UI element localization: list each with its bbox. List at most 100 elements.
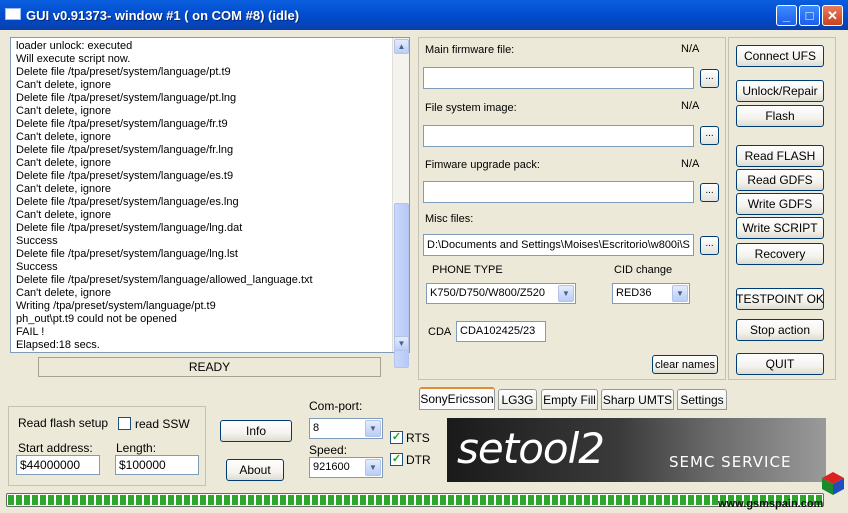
app-icon [5, 8, 21, 20]
write-gdfs-button[interactable]: Write GDFS [736, 193, 824, 215]
close-button[interactable]: ✕ [822, 5, 843, 26]
upgrade-pack-label: Fimware upgrade pack: [425, 159, 540, 171]
main-firmware-field[interactable] [423, 67, 694, 89]
cda-label: CDA [428, 326, 452, 338]
files-panel: Main firmware file: N/A ... File system … [418, 37, 726, 380]
misc-files-label: Misc files: [425, 213, 474, 225]
dtr-checkbox[interactable]: ✓ [390, 453, 403, 466]
recovery-button[interactable]: Recovery [736, 243, 824, 265]
main-firmware-status: N/A [681, 43, 700, 55]
chevron-down-icon[interactable]: ▼ [558, 285, 574, 302]
start-address-label: Start address: [18, 441, 93, 455]
comport-value: 8 [313, 422, 320, 434]
title-bar[interactable]: GUI v0.91373- window #1 ( on COM #8) (id… [0, 0, 848, 30]
log-line: Delete file /tpa/preset/system/language/… [16, 92, 237, 104]
main-firmware-browse-button[interactable]: ... [700, 69, 719, 88]
minimize-button[interactable]: _ [776, 5, 797, 26]
read-flash-setup-group: Read flash setup read SSW Start address:… [8, 406, 206, 486]
speed-select[interactable]: 921600 ▼ [309, 457, 383, 478]
phone-type-select[interactable]: K750/D750/W800/Z520 ▼ [426, 283, 576, 304]
clear-names-button[interactable]: clear names [652, 355, 718, 374]
log-line: ph_out\pt.t9 could not be opened [16, 313, 177, 325]
testpoint-ok-button[interactable]: TESTPOINT OK [736, 288, 824, 310]
log-line: Can't delete, ignore [16, 287, 112, 299]
log-line: FAIL ! [16, 326, 45, 338]
read-ssw-label: read SSW [135, 417, 190, 431]
length-input[interactable]: $100000 [115, 455, 199, 475]
tab-sharp-umts[interactable]: Sharp UMTS [601, 389, 674, 410]
stop-action-button[interactable]: Stop action [736, 319, 824, 341]
cid-change-select[interactable]: RED36 ▼ [612, 283, 690, 304]
log-scrollbar[interactable]: ▲ ▼ [392, 38, 409, 368]
log-lines: loader unlock: executed Will execute scri… [16, 40, 391, 352]
progress-fill [8, 495, 822, 505]
main-firmware-label: Main firmware file: [425, 44, 515, 56]
connect-ufs-button[interactable]: Connect UFS [736, 45, 824, 67]
window-title: GUI v0.91373- window #1 ( on COM #8) (id… [26, 8, 300, 23]
tab-sonyericsson[interactable]: SonyEricsson [419, 387, 495, 410]
read-flash-button[interactable]: Read FLASH [736, 145, 824, 167]
log-line: Delete file /tpa/preset/system/language/… [16, 248, 238, 260]
log-line: Can't delete, ignore [16, 131, 112, 143]
chevron-down-icon[interactable]: ▼ [365, 459, 381, 476]
progress-bar [6, 493, 824, 507]
maximize-button[interactable]: □ [799, 5, 820, 26]
banner-logo: setool2 [457, 424, 605, 473]
log-line: Delete file /tpa/preset/system/language/… [16, 118, 228, 130]
dtr-label: DTR [406, 453, 431, 467]
upgrade-pack-browse-button[interactable]: ... [700, 183, 719, 202]
cid-change-value: RED36 [616, 287, 652, 299]
scroll-up-icon[interactable]: ▲ [394, 39, 409, 54]
flash-button[interactable]: Flash [736, 105, 824, 127]
comport-select[interactable]: 8 ▼ [309, 418, 383, 439]
tab-empty-fill[interactable]: Empty Fill [541, 389, 598, 410]
watermark-text: www.gsmspain.com [718, 498, 824, 510]
comport-label: Com-port: [309, 399, 363, 413]
log-output[interactable]: loader unlock: executed Will execute scri… [10, 37, 410, 368]
chevron-down-icon[interactable]: ▼ [672, 285, 688, 302]
read-ssw-checkbox[interactable] [118, 417, 131, 430]
cda-field[interactable]: CDA102425/23 [456, 321, 546, 342]
upgrade-pack-status: N/A [681, 158, 700, 170]
tab-settings[interactable]: Settings [677, 389, 727, 410]
info-button[interactable]: Info [220, 420, 292, 442]
log-line: Delete file /tpa/preset/system/language/… [16, 222, 243, 234]
cid-change-label: CID change [614, 264, 673, 276]
fs-image-status: N/A [681, 100, 700, 112]
log-line: Delete file /tpa/preset/system/language/… [16, 144, 234, 156]
phone-type-label: PHONE TYPE [432, 264, 503, 276]
log-line: Can't delete, ignore [16, 157, 112, 169]
setool-banner: setool2 SEMC SERVICE [447, 418, 826, 482]
rts-label: RTS [406, 431, 430, 445]
log-line: Can't delete, ignore [16, 79, 112, 91]
tab-lg3g[interactable]: LG3G [498, 389, 537, 410]
log-line: Success [16, 235, 58, 247]
fs-image-browse-button[interactable]: ... [700, 126, 719, 145]
unlock-repair-button[interactable]: Unlock/Repair [736, 80, 824, 102]
log-line: Writing /tpa/preset/system/language/pt.t… [16, 300, 216, 312]
read-gdfs-button[interactable]: Read GDFS [736, 169, 824, 191]
app-window: GUI v0.91373- window #1 ( on COM #8) (id… [0, 0, 848, 513]
start-address-input[interactable]: $44000000 [16, 455, 100, 475]
chevron-down-icon[interactable]: ▼ [365, 420, 381, 437]
log-line: Can't delete, ignore [16, 105, 112, 117]
speed-value: 921600 [313, 461, 350, 473]
fs-image-field[interactable] [423, 125, 694, 147]
quit-button[interactable]: QUIT [736, 353, 824, 375]
log-line: Will execute script now. [16, 53, 131, 65]
banner-subtitle: SEMC SERVICE [669, 453, 792, 471]
rts-checkbox[interactable]: ✓ [390, 431, 403, 444]
log-line: loader unlock: executed [16, 40, 133, 52]
about-button[interactable]: About [226, 459, 284, 481]
log-line: Delete file /tpa/preset/system/language/… [16, 196, 239, 208]
write-script-button[interactable]: Write SCRIPT [736, 217, 824, 239]
log-line: Can't delete, ignore [16, 183, 112, 195]
upgrade-pack-field[interactable] [423, 181, 694, 203]
scroll-down-icon[interactable]: ▼ [394, 336, 409, 351]
log-line: Can't delete, ignore [16, 209, 112, 221]
misc-files-browse-button[interactable]: ... [700, 236, 719, 255]
phone-type-value: K750/D750/W800/Z520 [430, 287, 545, 299]
length-label: Length: [116, 441, 157, 455]
misc-files-field[interactable]: D:\Documents and Settings\Moises\Escrito… [423, 234, 694, 256]
speed-label: Speed: [309, 443, 348, 457]
